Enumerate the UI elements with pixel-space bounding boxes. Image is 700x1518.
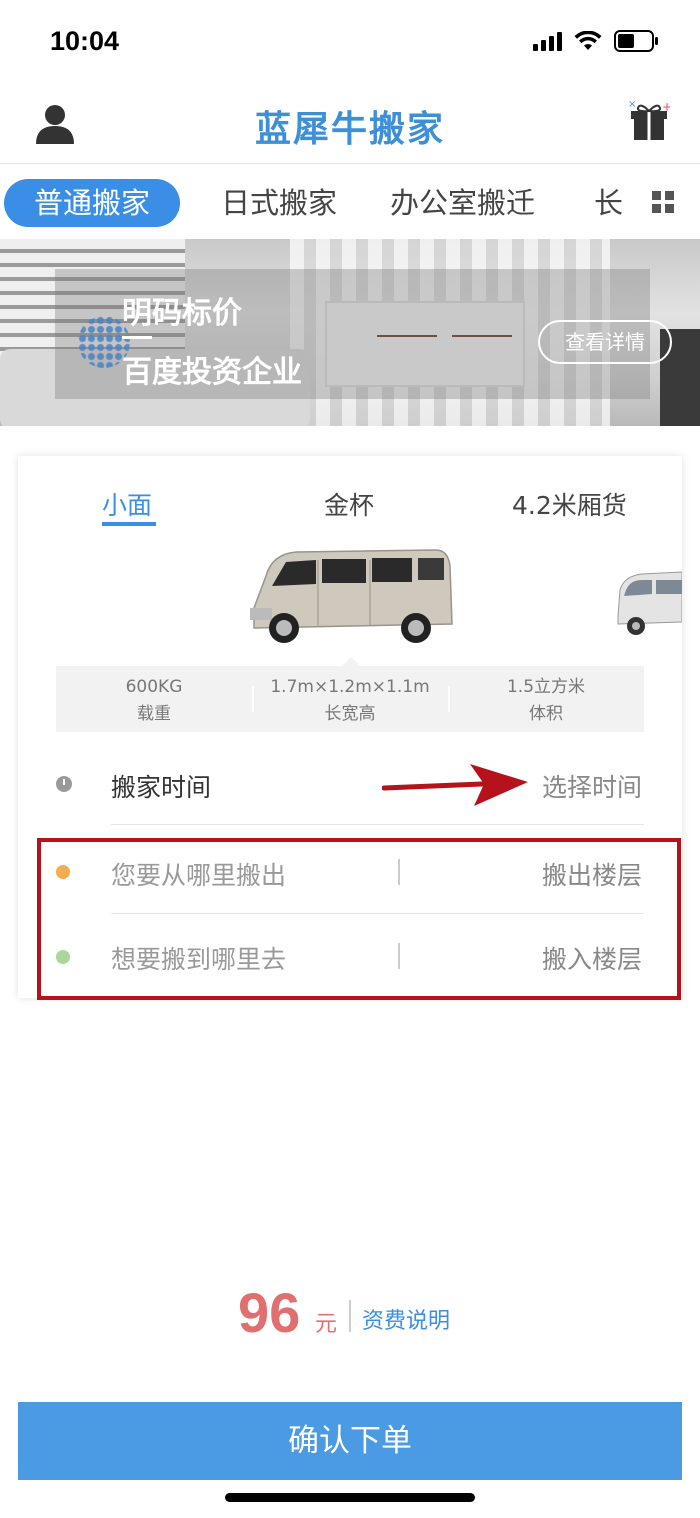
- app-header: 蓝犀牛搬家 × +: [0, 86, 700, 164]
- move-time-row[interactable]: 搬家时间 选择时间: [18, 756, 682, 826]
- price-amount: 96: [238, 1281, 301, 1344]
- annotation-arrow-icon: [382, 764, 528, 806]
- vehicle-tab-box-truck[interactable]: 4.2米厢货: [512, 486, 627, 522]
- view-details-button[interactable]: 查看详情: [538, 320, 672, 364]
- clock-icon: [56, 776, 72, 792]
- status-icons: [533, 30, 660, 52]
- grid-icon: [652, 191, 674, 213]
- spec-volume-value: 1.5立方米: [506, 677, 586, 697]
- price-unit: 元: [315, 1312, 338, 1337]
- battery-icon: [614, 30, 658, 52]
- status-time: 10:04: [50, 26, 120, 56]
- category-tab-bar: 普通搬家 日式搬家 办公室搬迁 长: [0, 165, 700, 239]
- confirm-order-button[interactable]: 确认下单: [18, 1402, 682, 1480]
- fee-explanation-link[interactable]: 资费说明: [362, 1303, 450, 1335]
- tab-long-distance[interactable]: 长: [594, 179, 623, 227]
- signal-icon: [533, 31, 562, 51]
- tab-normal-move[interactable]: 普通搬家: [4, 179, 181, 227]
- vehicle-tab-jinbei[interactable]: 金杯: [324, 486, 374, 522]
- jinbei-van-image[interactable]: [612, 556, 682, 636]
- gift-icon[interactable]: × +: [628, 100, 670, 142]
- spec-capacity: 600KG 载重: [56, 676, 252, 726]
- app-title: 蓝犀牛搬家: [254, 109, 445, 150]
- annotation-highlight-box: [37, 838, 681, 1000]
- vehicle-tab-indicator: [102, 522, 156, 526]
- tab-office-move[interactable]: 办公室搬迁: [390, 179, 535, 227]
- spec-dimensions: 1.7m×1.2m×1.1m 长宽高: [252, 676, 448, 726]
- spec-capacity-value: 600KG: [125, 677, 183, 697]
- move-time-label: 搬家时间: [111, 773, 212, 802]
- spec-capacity-label: 载重: [137, 704, 171, 724]
- svg-text:×: ×: [628, 100, 636, 110]
- banner-subheadline: 百度投资企业: [122, 355, 302, 390]
- home-indicator[interactable]: [225, 1493, 475, 1502]
- wifi-icon: [574, 31, 602, 50]
- divider: [111, 824, 644, 825]
- vehicle-tab-minivan[interactable]: 小面: [102, 486, 152, 522]
- spec-dimensions-label: 长宽高: [324, 704, 376, 724]
- vehicle-specs: 600KG 载重 1.7m×1.2m×1.1m 长宽高 1.5立方米 体积: [56, 666, 644, 732]
- minivan-image[interactable]: [246, 546, 454, 646]
- status-bar: 10:04: [0, 0, 700, 86]
- spec-dimensions-value: 1.7m×1.2m×1.1m: [270, 677, 430, 697]
- spec-volume: 1.5立方米 体积: [448, 676, 644, 726]
- price-separator: [349, 1300, 351, 1332]
- banner-headline: 明码标价: [122, 296, 242, 331]
- svg-text:+: +: [662, 100, 670, 114]
- more-categories-button[interactable]: [626, 165, 700, 239]
- spec-volume-label: 体积: [529, 704, 563, 724]
- select-time-button[interactable]: 选择时间: [542, 768, 642, 804]
- tab-japanese-move[interactable]: 日式搬家: [221, 179, 337, 227]
- banner-divider: [122, 336, 152, 339]
